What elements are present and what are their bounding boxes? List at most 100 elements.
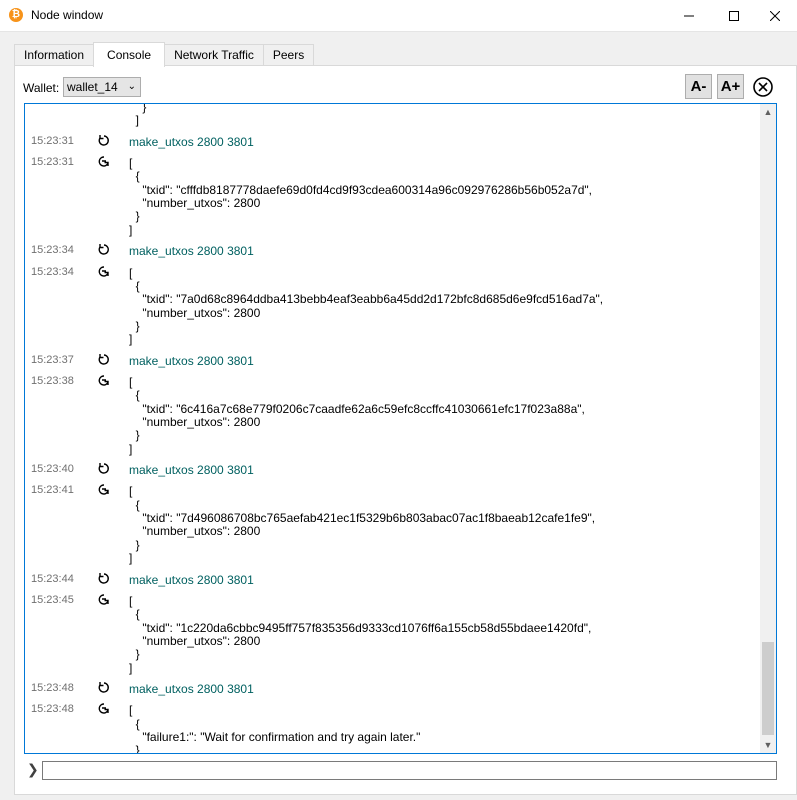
window-title: Node window (31, 8, 104, 22)
console-line: ] (25, 332, 761, 347)
chevron-down-icon: ⌄ (127, 81, 136, 92)
console-line: { (25, 607, 761, 621)
output-line: [ (129, 265, 133, 280)
console-line: "failure1:": "Wait for confirmation and … (25, 730, 761, 744)
output-line: [ (129, 484, 133, 499)
bitcoin-icon: ₿ (9, 8, 23, 22)
output-line: [ (129, 703, 133, 718)
scroll-up-icon[interactable]: ▲ (760, 104, 776, 120)
timestamp: 15:23:48 (31, 703, 74, 716)
console-line: ] (25, 660, 761, 675)
clear-console-icon (753, 76, 773, 97)
reply-icon (98, 484, 109, 496)
reply-line: 15:23:41 [ (25, 484, 761, 499)
output-line: } (129, 209, 140, 224)
scroll-thumb[interactable] (762, 642, 774, 735)
command-line: 15:23:44 make_utxos 2800 3801 (25, 572, 761, 587)
output-line: } (129, 537, 140, 552)
reply-line: 15:23:38 [ (25, 374, 761, 389)
command-text: make_utxos 2800 3801 (129, 572, 254, 587)
console-line: "txid": "1c220da6cbbc9495ff757f835356d93… (25, 620, 761, 635)
wallet-select[interactable]: wallet_14 ⌄ (63, 77, 141, 97)
timestamp: 15:23:48 (31, 681, 74, 694)
close-icon (770, 10, 780, 21)
prompt-icon: ❯ (27, 761, 39, 777)
maximize-button[interactable] (711, 0, 757, 31)
output-line: "number_utxos": 2800 (129, 633, 261, 648)
command-line: 15:23:40 make_utxos 2800 3801 (25, 463, 761, 477)
reply-line: 15:23:45 [ (25, 593, 761, 608)
tab-console[interactable]: Console (93, 42, 166, 67)
console-line: } (25, 537, 761, 552)
timestamp: 15:23:31 (31, 134, 74, 147)
console-line: "number_utxos": 2800 (25, 305, 761, 320)
reply-icon (98, 156, 109, 167)
command-line: 15:23:48 make_utxos 2800 3801 (25, 681, 761, 696)
scroll-down-icon[interactable]: ▼ (760, 737, 776, 753)
output-line: } (129, 647, 140, 662)
command-icon (98, 353, 109, 365)
console-line: ] (25, 551, 761, 566)
output-line: { (129, 278, 140, 293)
console-line: { (25, 497, 761, 512)
output-line: ] (129, 441, 133, 456)
timestamp: 15:23:44 (31, 572, 74, 585)
tab-peers[interactable]: Peers (262, 44, 315, 66)
title-bar: ₿ Node window (0, 0, 797, 32)
tab-bar: Information Console Network Traffic Peer… (14, 42, 315, 67)
close-button[interactable] (752, 0, 797, 31)
timestamp: 15:23:31 (31, 156, 74, 169)
console-output[interactable]: } ] 15:23:31 make_utxos 2800 3801 15:23:31 [… (24, 103, 777, 754)
tab-information[interactable]: Information (14, 44, 95, 66)
output-line: [ (129, 374, 133, 389)
console-line: "number_utxos": 2800 (25, 196, 761, 211)
output-line: [ (129, 593, 133, 608)
console-line: "txid": "7a0d68c8964ddba413bebb4eaf3eabb… (25, 292, 761, 306)
output-line: ] (129, 660, 133, 675)
console-scrollbar[interactable]: ▲ ▼ (760, 104, 776, 753)
output-line: "txid": "7d496086708bc765aefab421ec1f532… (129, 511, 596, 526)
output-line: ] (129, 113, 140, 128)
console-line: ] (25, 441, 761, 456)
clear-console-button[interactable] (750, 74, 776, 99)
command-line: 15:23:37 make_utxos 2800 3801 (25, 353, 761, 368)
console-line: { (25, 388, 761, 403)
font-smaller-button[interactable]: A- (685, 74, 712, 99)
command-icon (98, 244, 109, 255)
timestamp: 15:23:41 (31, 484, 74, 497)
output-line: } (129, 743, 140, 754)
minimize-button[interactable] (666, 0, 712, 31)
output-line: "number_utxos": 2800 (129, 196, 261, 211)
maximize-icon (729, 10, 739, 21)
reply-icon (98, 375, 109, 386)
tab-network-traffic[interactable]: Network Traffic (164, 44, 264, 66)
command-icon (98, 134, 109, 146)
console-line: "number_utxos": 2800 (25, 415, 761, 429)
console-input[interactable] (42, 761, 777, 780)
console-line: "txid": "7d496086708bc765aefab421ec1f532… (25, 511, 761, 526)
wallet-selected-value: wallet_14 (67, 80, 118, 94)
console-line: "number_utxos": 2800 (25, 524, 761, 539)
timestamp: 15:23:34 (31, 244, 74, 257)
output-line: { (129, 497, 140, 512)
command-text: make_utxos 2800 3801 (129, 134, 254, 149)
console-line: ] (25, 223, 761, 237)
output-line: "txid": "6c416a7c68e779f0206c7caadfe62a6… (129, 401, 585, 416)
output-line: "number_utxos": 2800 (129, 524, 261, 539)
wallet-label: Wallet: (23, 81, 60, 95)
command-text: make_utxos 2800 3801 (129, 244, 254, 259)
output-line: ] (129, 551, 133, 566)
output-line: { (129, 388, 140, 403)
reply-line: 15:23:48 [ (25, 703, 761, 718)
output-line: "number_utxos": 2800 (129, 305, 261, 320)
output-line: { (129, 716, 140, 731)
console-line: } (25, 428, 761, 442)
timestamp: 15:23:34 (31, 265, 74, 278)
reply-line: 15:23:34 [ (25, 265, 761, 280)
console-line: } (25, 743, 761, 754)
output-line: "txid": "1c220da6cbbc9495ff757f835356d93… (129, 620, 592, 635)
console-line: } (25, 319, 761, 333)
console-line: { (25, 278, 761, 293)
output-line: ] (129, 332, 133, 347)
font-larger-button[interactable]: A+ (717, 74, 744, 99)
